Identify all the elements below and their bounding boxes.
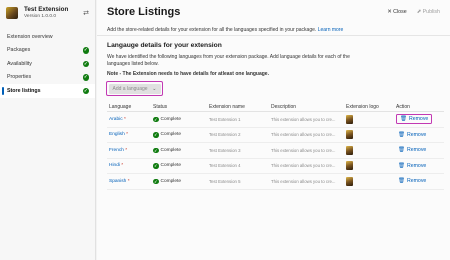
sidebar-item-properties[interactable]: Properties ✓ — [0, 71, 95, 85]
column-header: Extension logo — [346, 103, 379, 110]
description-cell: This extension allows you to cre... — [271, 163, 336, 169]
language-link[interactable]: Arabic — [109, 117, 123, 122]
sidebar-item-extension-overview[interactable]: Extension overview — [0, 30, 95, 44]
table-row: Spanish * ✓ Complete Test Extension 5 Thi… — [107, 174, 444, 190]
trash-icon: 🗑 — [398, 131, 405, 138]
extension-version: Version 1.0.0.0 — [24, 14, 57, 19]
status-text: Complete — [160, 163, 182, 169]
sidebar-item-store-listings[interactable]: Store listings ✓ — [0, 84, 95, 98]
extension-name: Test Extension — [24, 6, 69, 13]
checkmark-icon: ✓ — [153, 163, 159, 169]
trash-icon: 🗑 — [400, 116, 407, 123]
remove-button[interactable]: 🗑 Remove — [396, 177, 428, 185]
publish-icon: ⬈ — [416, 9, 422, 15]
extension-name-cell: Test Extension 5 — [209, 178, 241, 184]
column-header: Extension name — [209, 103, 245, 110]
table-header: Language Status Extension name Descripti… — [107, 102, 444, 112]
checkmark-icon: ✓ — [153, 116, 159, 122]
sidebar: Test Extension Version 1.0.0.0 ⇄ Extensi… — [0, 0, 96, 260]
extension-header: Test Extension Version 1.0.0.0 ⇄ — [0, 0, 95, 26]
checkmark-icon: ✓ — [82, 47, 89, 54]
description-cell: This extension allows you to cre... — [271, 178, 336, 184]
extension-name-cell: Test Extension 1 — [209, 116, 241, 122]
page-description: Add the store-related details for your e… — [107, 27, 344, 33]
language-link[interactable]: Spanish — [109, 179, 126, 184]
main-content: Store Listings ✕ Close ⬈ Publish Add the… — [97, 0, 450, 260]
remove-button[interactable]: 🗑 Remove — [396, 131, 428, 139]
chevron-down-icon: ⌄ — [152, 85, 157, 92]
checkmark-icon: ✓ — [82, 60, 89, 67]
description-cell: This extension allows you to cre... — [271, 147, 336, 153]
publish-button[interactable]: ⬈ Publish — [417, 9, 440, 15]
language-link[interactable]: French — [109, 148, 124, 153]
table-row: English * ✓ Complete Test Extension 2 Thi… — [107, 128, 444, 143]
table-row: Hindi * ✓ Complete Test Extension 4 This … — [107, 159, 444, 174]
section-paragraph: We have identified the following languag… — [107, 54, 350, 67]
extension-name-cell: Test Extension 3 — [209, 147, 241, 153]
column-header: Status — [153, 103, 168, 110]
status-text: Complete — [160, 147, 182, 153]
extension-logo-thumbnail — [346, 114, 353, 124]
extension-name-cell: Test Extension 2 — [209, 132, 241, 138]
status-text: Complete — [160, 178, 182, 184]
close-button[interactable]: ✕ Close — [387, 9, 406, 15]
extension-name-cell: Test Extension 4 — [209, 163, 241, 169]
extension-logo-thumbnail — [346, 176, 353, 186]
remove-button[interactable]: 🗑 Remove — [396, 162, 428, 170]
close-icon: ✕ — [387, 9, 392, 15]
column-header: Description — [271, 103, 297, 110]
extension-logo-thumbnail — [346, 145, 353, 155]
checkmark-icon: ✓ — [82, 74, 89, 81]
page-title: Store Listings — [107, 6, 181, 18]
divider — [97, 35, 450, 36]
trash-icon: 🗑 — [398, 147, 405, 154]
language-link[interactable]: Hindi — [109, 163, 120, 168]
add-language-placeholder: Add a language — [112, 85, 148, 92]
checkmark-icon: ✓ — [153, 132, 159, 138]
remove-button[interactable]: 🗑 Remove — [396, 146, 428, 154]
section-note: Note - The Extension needs to have detai… — [107, 71, 269, 77]
extension-logo — [6, 7, 18, 19]
description-cell: This extension allows you to cre... — [271, 132, 336, 138]
swap-icon[interactable]: ⇄ — [83, 9, 89, 17]
extension-logo-thumbnail — [346, 130, 353, 140]
remove-button[interactable]: 🗑 Remove — [396, 114, 433, 125]
trash-icon: 🗑 — [398, 178, 405, 185]
status-text: Complete — [160, 116, 182, 122]
top-actions: ✕ Close ⬈ Publish — [387, 9, 440, 15]
language-link[interactable]: English — [109, 132, 125, 137]
column-header: Action — [396, 103, 410, 110]
sidebar-item-availability[interactable]: Availability ✓ — [0, 57, 95, 71]
add-language-dropdown[interactable]: Add a language ⌄ — [106, 81, 163, 96]
sidebar-item-packages[interactable]: Packages ✓ — [0, 44, 95, 58]
learn-more-link[interactable]: Learn more — [318, 27, 344, 33]
checkmark-icon: ✓ — [153, 178, 159, 184]
extension-logo-thumbnail — [346, 161, 353, 171]
checkmark-icon: ✓ — [82, 87, 89, 94]
checkmark-icon: ✓ — [153, 147, 159, 153]
section-title: Langauge details for your extension — [107, 42, 222, 49]
description-cell: This extension allows you to cre... — [271, 116, 336, 122]
trash-icon: 🗑 — [398, 162, 405, 169]
languages-table: Language Status Extension name Descripti… — [107, 102, 444, 190]
status-text: Complete — [160, 132, 182, 138]
table-row: French * ✓ Complete Test Extension 3 This… — [107, 143, 444, 159]
table-row: Arabic * ✓ Complete Test Extension 1 This… — [107, 112, 444, 128]
column-header: Language — [109, 103, 132, 110]
